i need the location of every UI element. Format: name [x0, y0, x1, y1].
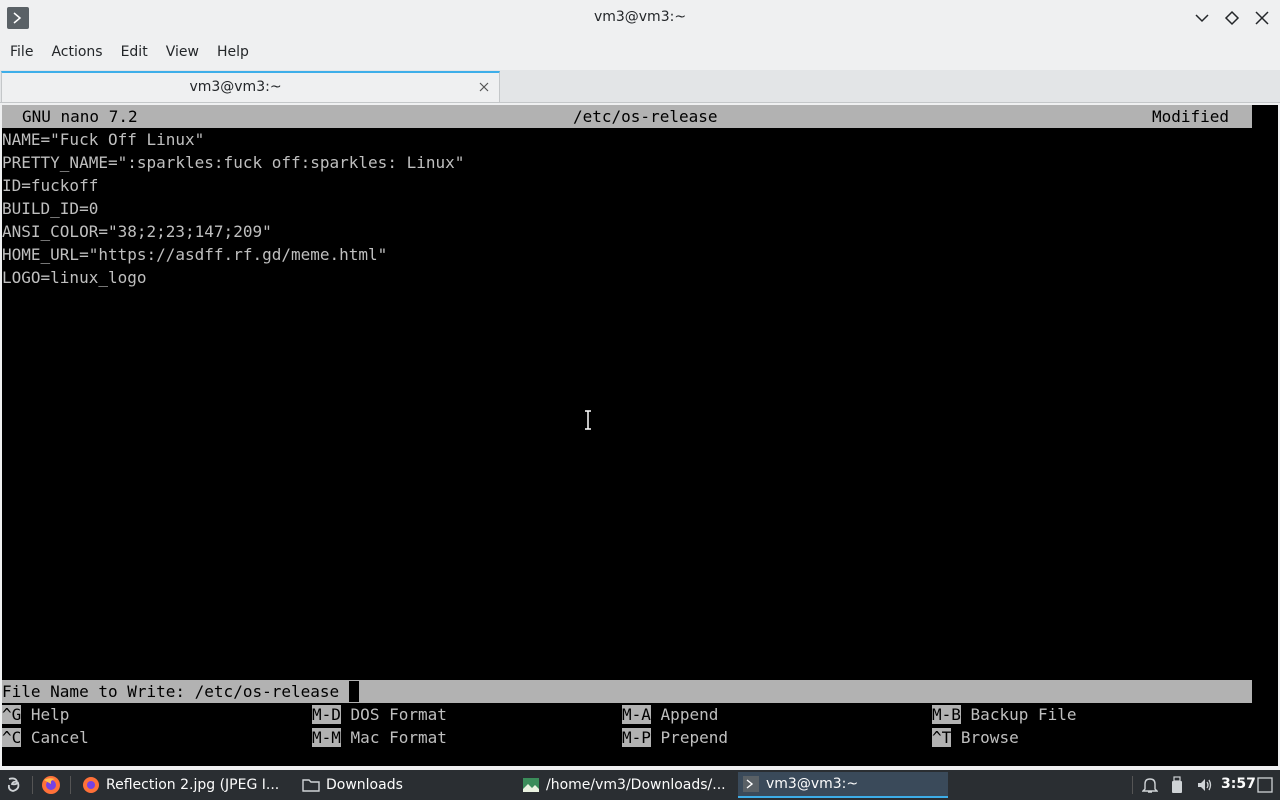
nano-status: Modified	[1152, 107, 1230, 126]
shortcut-mac-format[interactable]: M-M Mac Format	[312, 726, 447, 749]
tab-label: vm3@vm3:~	[189, 79, 282, 95]
close-icon[interactable]	[1252, 8, 1272, 28]
shortcut-key: M-M	[312, 728, 341, 747]
shortcut-label: Browse	[960, 728, 1019, 747]
clock[interactable]: 3:57	[1221, 776, 1256, 792]
task-terminal[interactable]: vm3@vm3:~	[738, 772, 948, 798]
window-title: vm3@vm3:~	[593, 9, 687, 25]
firefox-icon	[83, 777, 99, 793]
tab-bar: vm3@vm3:~	[0, 70, 1280, 103]
terminal-icon	[743, 776, 759, 792]
close-icon[interactable]	[477, 79, 491, 93]
notifications-icon[interactable]	[1142, 770, 1162, 800]
shortcut-key: M-P	[622, 728, 651, 747]
shortcut-dos-format[interactable]: M-D DOS Format	[312, 703, 447, 726]
text-line: ANSI_COLOR="38;2;23;147;209"	[2, 222, 272, 241]
minimize-icon[interactable]	[1192, 8, 1212, 28]
window-titlebar[interactable]: vm3@vm3:~	[0, 0, 1280, 36]
taskbar: Reflection 2.jpg (JPEG I... Downloads /h…	[0, 770, 1280, 800]
menu-help[interactable]: Help	[217, 40, 249, 68]
shortcut-cancel[interactable]: ^C Cancel	[2, 726, 89, 749]
nano-filename: /etc/os-release	[573, 107, 718, 126]
app-launcher-icon[interactable]	[4, 770, 26, 800]
text-line: HOME_URL="https://asdff.rf.gd/meme.html"	[2, 245, 388, 264]
shortcut-key: M-D	[312, 705, 341, 724]
volume-icon[interactable]	[1196, 770, 1214, 800]
shortcut-label: Help	[30, 705, 70, 724]
text-line: NAME="Fuck Off Linux"	[2, 130, 205, 149]
taskbar-separator	[70, 776, 71, 794]
shortcut-prepend[interactable]: M-P Prepend	[622, 726, 728, 749]
text-line: PRETTY_NAME=":sparkles:fuck off:sparkles…	[2, 153, 465, 172]
filename-prompt[interactable]: File Name to Write: /etc/os-release	[2, 680, 1252, 703]
text-line: BUILD_ID=0	[2, 199, 99, 218]
shortcut-backup-file[interactable]: M-B Backup File	[932, 703, 1077, 726]
nano-title-bar: GNU nano 7.2 /etc/os-release Modified	[2, 105, 1252, 128]
shortcut-label: Cancel	[30, 728, 89, 747]
maximize-icon[interactable]	[1222, 8, 1242, 28]
image-viewer-icon	[523, 778, 539, 792]
terminal-scrollbar[interactable]	[1252, 105, 1278, 766]
taskbar-separator	[1132, 776, 1133, 794]
task-label: vm3@vm3:~	[766, 776, 859, 792]
menu-actions[interactable]: Actions	[51, 40, 102, 68]
taskbar-separator	[32, 776, 33, 794]
filename-prompt-text: File Name to Write: /etc/os-release	[2, 682, 340, 701]
shortcut-key: ^G	[2, 705, 22, 724]
text-cursor	[348, 681, 359, 702]
text-line: ID=fuckoff	[2, 176, 99, 195]
shortcut-help[interactable]: ^G Help	[2, 703, 69, 726]
shortcut-label: Backup File	[970, 705, 1077, 724]
folder-icon	[302, 779, 320, 792]
terminal-view[interactable]: GNU nano 7.2 /etc/os-release Modified NA…	[2, 105, 1278, 766]
task-image-viewer[interactable]: /home/vm3/Downloads/...	[518, 772, 734, 798]
task-label: Downloads	[326, 777, 403, 793]
task-downloads[interactable]: Downloads	[298, 772, 514, 798]
menu-edit[interactable]: Edit	[121, 40, 148, 68]
text-line: LOGO=linux_logo	[2, 268, 147, 287]
firefox-icon[interactable]	[40, 770, 64, 800]
nano-version: GNU nano 7.2	[22, 107, 138, 126]
task-label: Reflection 2.jpg (JPEG I...	[106, 777, 280, 793]
shortcut-key: M-B	[932, 705, 961, 724]
show-desktop-icon[interactable]	[1257, 770, 1275, 800]
shortcut-label: DOS Format	[350, 705, 447, 724]
file-content[interactable]: NAME="Fuck Off Linux" PRETTY_NAME=":spar…	[2, 128, 464, 289]
shortcut-append[interactable]: M-A Append	[622, 703, 718, 726]
tab-terminal[interactable]: vm3@vm3:~	[1, 71, 500, 102]
menu-file[interactable]: File	[10, 40, 33, 68]
shortcut-key: ^T	[932, 728, 952, 747]
menu-bar: File Actions Edit View Help	[0, 40, 257, 68]
shortcut-key: ^C	[2, 728, 22, 747]
menu-view[interactable]: View	[166, 40, 199, 68]
shortcut-key: M-A	[622, 705, 651, 724]
removable-device-icon[interactable]	[1170, 770, 1188, 800]
shortcut-label: Prepend	[660, 728, 728, 747]
task-firefox[interactable]: Reflection 2.jpg (JPEG I...	[78, 772, 294, 798]
shortcut-label: Append	[660, 705, 719, 724]
shortcut-browse[interactable]: ^T Browse	[932, 726, 1019, 749]
task-label: /home/vm3/Downloads/...	[546, 777, 726, 793]
text-cursor-icon	[584, 410, 592, 434]
shortcut-label: Mac Format	[350, 728, 447, 747]
